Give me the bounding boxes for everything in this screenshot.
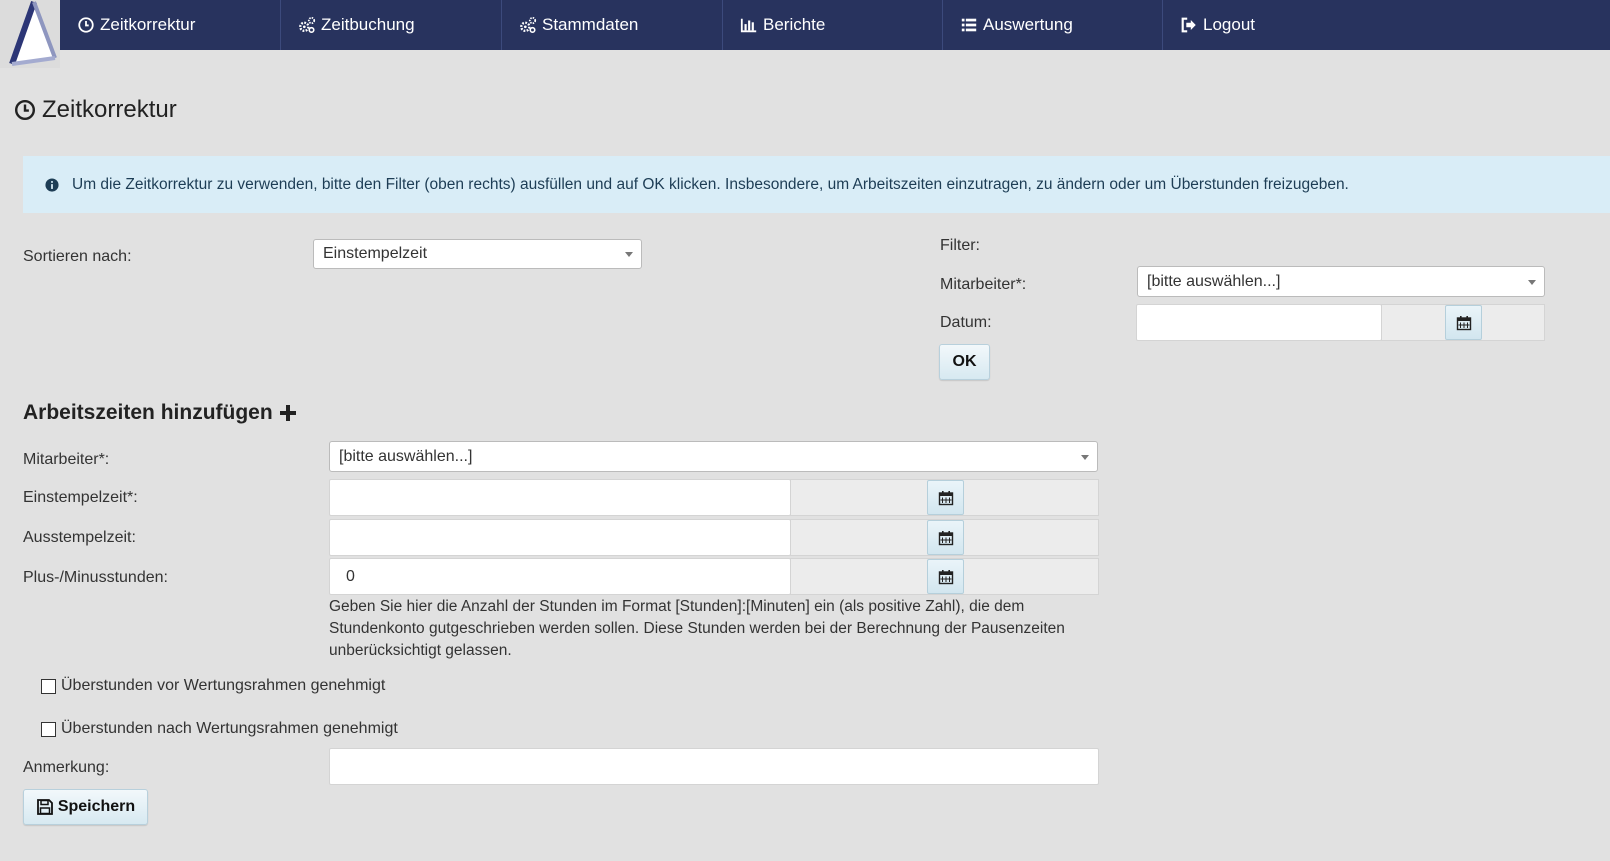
info-alert: Um die Zeitkorrektur zu verwenden, bitte… [23, 156, 1610, 213]
overtime-before-checkbox-row[interactable]: Überstunden vor Wertungsrahmen genehmigt [41, 677, 385, 695]
employee-select[interactable]: [bitte auswählen...] [329, 441, 1098, 472]
save-icon [36, 799, 53, 815]
chevron-down-icon [625, 252, 633, 257]
clock-icon [77, 16, 95, 34]
clock-in-label: Einstempelzeit*: [23, 489, 138, 506]
clock-out-calendar-button[interactable] [927, 520, 964, 555]
nav-item-auswertung[interactable]: Auswertung [942, 0, 1162, 50]
plus-minus-label: Plus-/Minusstunden: [23, 569, 168, 586]
cogs-icon [519, 16, 537, 34]
top-navbar: Zeitkorrektur Zeitbuchung Stammdaten Ber… [0, 0, 1610, 50]
sort-select[interactable]: Einstempelzeit [313, 239, 642, 269]
plus-icon[interactable] [279, 404, 297, 422]
chevron-down-icon [1081, 454, 1089, 460]
nav-item-berichte[interactable]: Berichte [722, 0, 942, 50]
nav-item-label: Zeitkorrektur [100, 15, 196, 34]
nav-item-logout[interactable]: Logout [1162, 0, 1610, 50]
clock-out-input[interactable] [329, 519, 791, 556]
plus-minus-input[interactable]: 0 [329, 558, 791, 595]
calendar-icon [938, 530, 953, 545]
note-input[interactable] [329, 748, 1099, 785]
info-icon [45, 177, 59, 192]
nav-item-zeitkorrektur[interactable]: Zeitkorrektur [59, 0, 280, 50]
clock-in-input[interactable] [329, 479, 791, 516]
add-worktime-title: Arbeitszeiten hinzufügen [23, 401, 297, 425]
calendar-icon [938, 490, 953, 505]
note-label: Anmerkung: [23, 759, 110, 776]
filter-title: Filter: [940, 237, 980, 254]
page-title: Zeitkorrektur [14, 96, 177, 124]
overtime-before-checkbox[interactable] [41, 678, 56, 694]
plus-minus-hint: Geben Sie hier die Anzahl der Stunden im… [329, 598, 1065, 659]
cogs-icon [298, 16, 316, 34]
calendar-icon [938, 569, 953, 584]
plus-minus-calendar-button[interactable] [927, 559, 964, 594]
nav-item-label: Zeitbuchung [321, 15, 415, 34]
filter-employee-label: Mitarbeiter*: [940, 276, 1027, 293]
filter-date-calendar-button[interactable] [1445, 305, 1482, 340]
overtime-before-label: Überstunden vor Wertungsrahmen genehmigt [61, 677, 386, 694]
sort-label: Sortieren nach: [23, 248, 132, 265]
clock-icon [14, 99, 36, 121]
filter-date-label: Datum: [940, 314, 992, 331]
overtime-after-checkbox-row[interactable]: Überstunden nach Wertungsrahmen genehmig… [41, 720, 398, 738]
app-logo[interactable] [0, 0, 60, 68]
overtime-after-checkbox[interactable] [41, 721, 56, 737]
list-icon [960, 16, 978, 34]
filter-date-input[interactable] [1136, 304, 1382, 341]
info-text: Um die Zeitkorrektur zu verwenden, bitte… [72, 175, 1349, 193]
employee-label: Mitarbeiter*: [23, 451, 110, 468]
filter-employee-select[interactable]: [bitte auswählen...] [1137, 266, 1545, 297]
nav-item-label: Berichte [763, 15, 826, 34]
nav-item-label: Logout [1203, 15, 1255, 34]
clock-out-label: Ausstempelzeit: [23, 529, 136, 546]
nav-item-stammdaten[interactable]: Stammdaten [501, 0, 722, 50]
bar-chart-icon [740, 16, 758, 34]
nav-item-label: Auswertung [983, 15, 1073, 34]
calendar-icon [1456, 315, 1471, 330]
nav-item-zeitbuchung[interactable]: Zeitbuchung [280, 0, 501, 50]
nav-item-label: Stammdaten [542, 15, 639, 34]
filter-ok-button[interactable]: OK [939, 344, 990, 380]
save-button[interactable]: Speichern [23, 789, 148, 825]
logout-icon [1180, 16, 1198, 34]
chevron-down-icon [1528, 279, 1536, 285]
overtime-after-label: Überstunden nach Wertungsrahmen genehmig… [61, 720, 398, 737]
clock-in-calendar-button[interactable] [927, 480, 964, 515]
